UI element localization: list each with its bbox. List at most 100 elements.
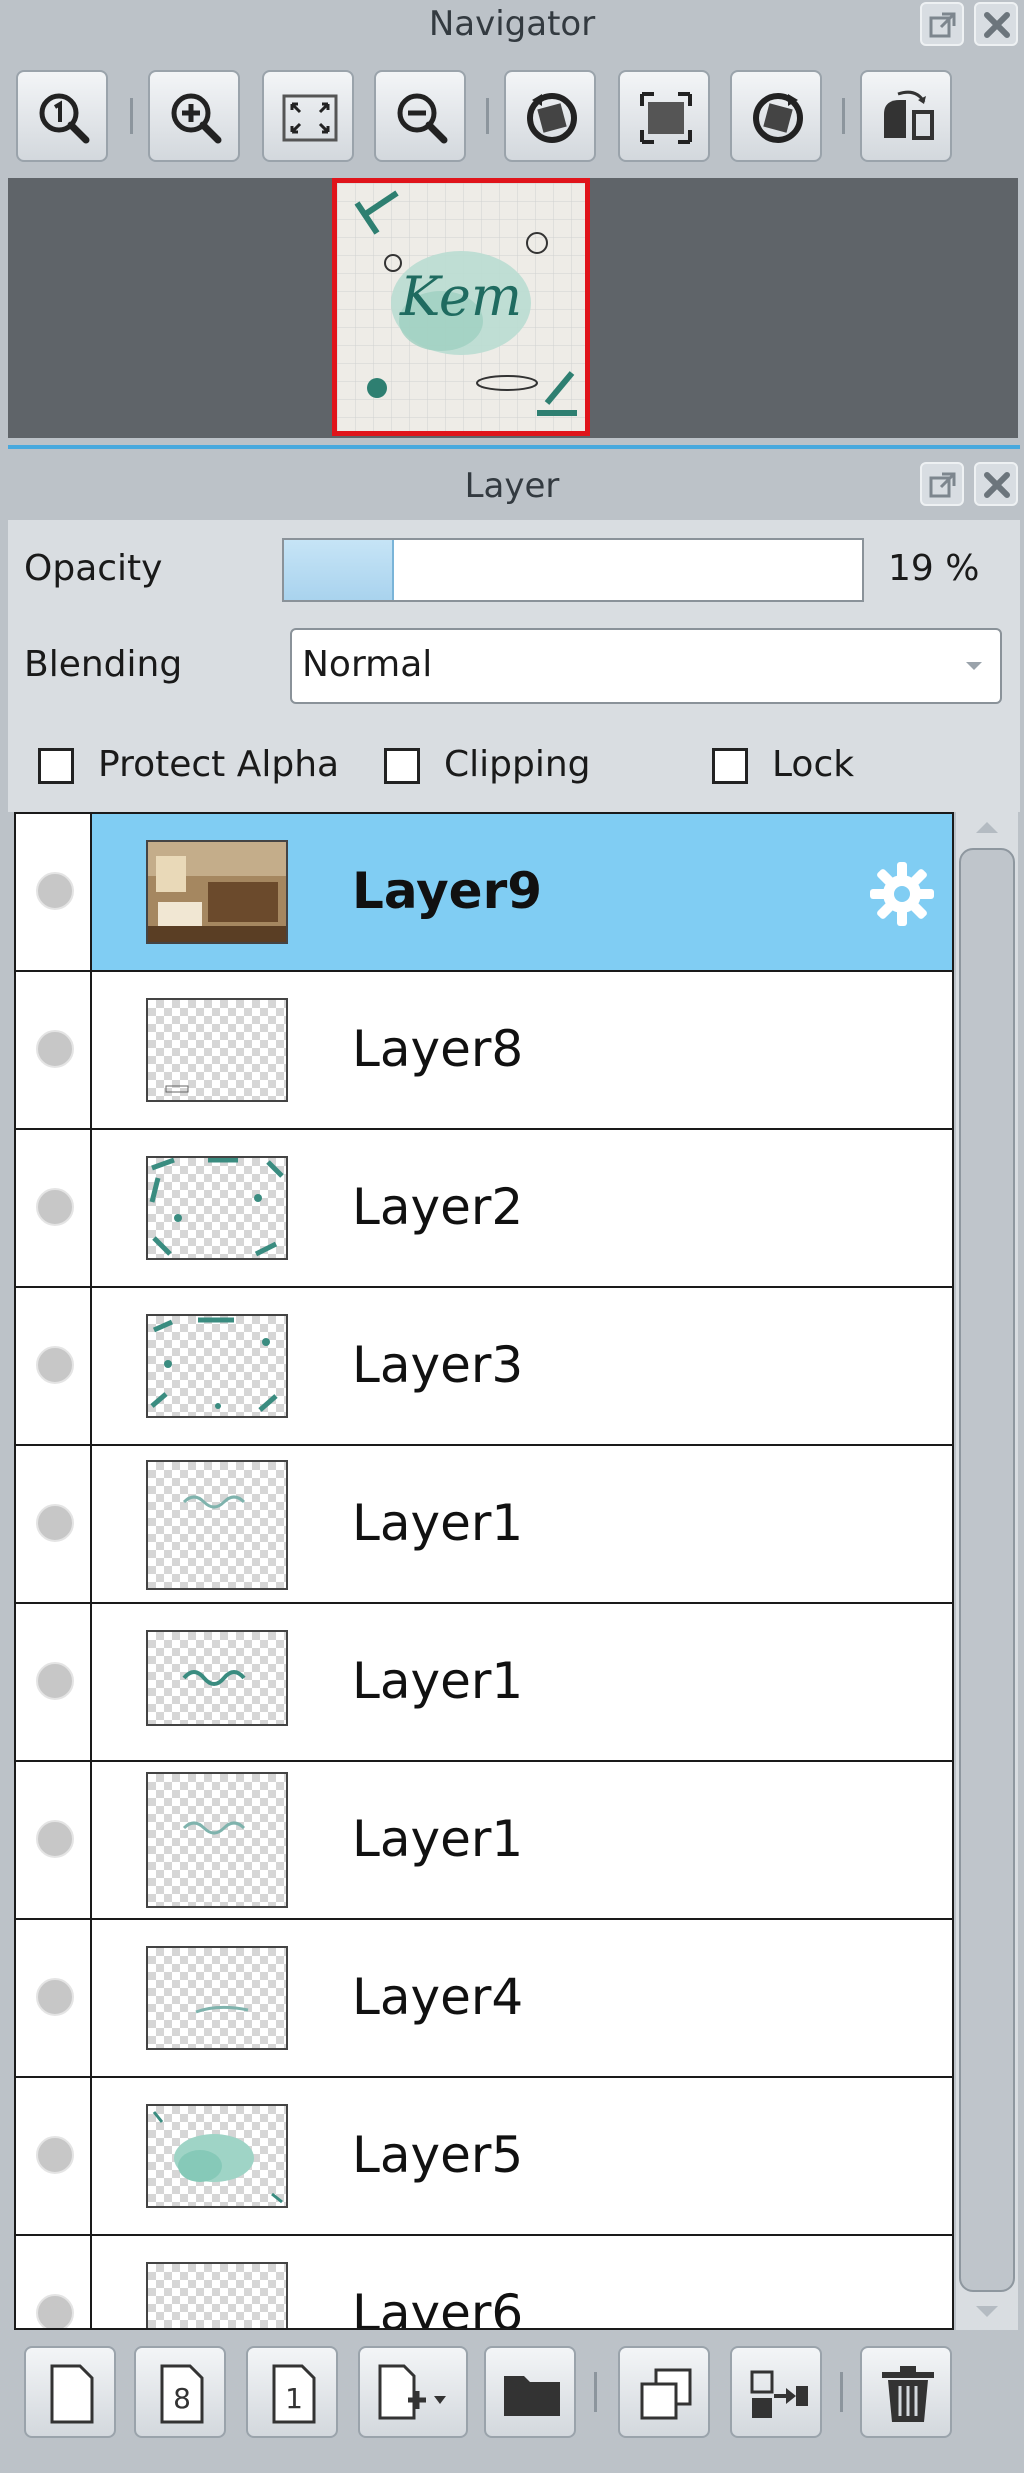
add-layer-dropdown-button[interactable] <box>358 2346 468 2438</box>
folder-icon <box>504 2376 560 2416</box>
zoom-actual-button[interactable] <box>16 70 108 162</box>
layer-scrollbar[interactable] <box>956 812 1018 2330</box>
new-8bit-layer-icon: 8 <box>160 2364 204 2424</box>
layer-thumbnail <box>146 1314 288 1418</box>
navigator-title: Navigator <box>428 4 596 44</box>
protect-alpha-checkbox[interactable] <box>38 748 74 784</box>
visibility-cell[interactable] <box>16 2236 92 2328</box>
navigator-preview-area[interactable]: Kem <box>8 178 1018 438</box>
canvas-preview[interactable]: Kem <box>332 178 590 436</box>
visibility-cell[interactable] <box>16 1604 92 1760</box>
visibility-toggle-icon[interactable] <box>36 1030 74 1068</box>
blending-select[interactable]: Normal <box>290 628 1002 704</box>
new-1bit-layer-button[interactable]: 1 <box>246 2346 338 2438</box>
visibility-cell[interactable] <box>16 2078 92 2234</box>
layer-thumbnail <box>146 998 288 1102</box>
layer-name: Layer8 <box>352 1020 524 1078</box>
add-layer-icon <box>378 2364 446 2420</box>
rotate-right-icon <box>753 93 803 143</box>
layer-name: Layer2 <box>352 1178 524 1236</box>
new-8bit-layer-button[interactable]: 8 <box>134 2346 226 2438</box>
layer-name: Layer3 <box>352 1336 524 1394</box>
rotate-left-button[interactable] <box>504 70 596 162</box>
visibility-toggle-icon[interactable] <box>36 1820 74 1858</box>
visibility-cell[interactable] <box>16 1288 92 1444</box>
layer-thumbnail <box>146 1946 288 2050</box>
layer-row[interactable]: Layer2 <box>16 1130 952 1288</box>
duplicate-layer-button[interactable] <box>618 2346 710 2438</box>
scrollbar-thumb[interactable] <box>959 848 1015 2292</box>
visibility-cell[interactable] <box>16 814 92 970</box>
toolbar-separator <box>594 2372 597 2412</box>
zoom-actual-icon <box>39 93 90 144</box>
flip-horizontal-button[interactable] <box>860 70 952 162</box>
visibility-cell[interactable] <box>16 972 92 1128</box>
new-layer-button[interactable] <box>24 2346 116 2438</box>
visibility-toggle-icon[interactable] <box>36 872 74 910</box>
fit-screen-button[interactable] <box>262 70 354 162</box>
layer-float-button[interactable] <box>920 462 964 506</box>
layer-row[interactable]: Layer9 <box>16 814 952 972</box>
layer-row[interactable]: Layer4 <box>16 1920 952 2078</box>
blending-label: Blending <box>24 644 183 685</box>
new-folder-button[interactable] <box>484 2346 576 2438</box>
zoom-in-button[interactable] <box>148 70 240 162</box>
visibility-toggle-icon[interactable] <box>36 2294 74 2328</box>
visibility-toggle-icon[interactable] <box>36 1346 74 1384</box>
lock-label: Lock <box>772 744 855 785</box>
layer-list[interactable]: Layer9 Layer8 Layer2 Layer3 Layer1 Layer… <box>14 812 954 2330</box>
layer-row[interactable]: Layer5 <box>16 2078 952 2236</box>
fit-window-icon <box>640 92 692 144</box>
layer-name: Layer4 <box>352 1968 524 2026</box>
layer-name: Layer6 <box>352 2284 524 2330</box>
visibility-cell[interactable] <box>16 1762 92 1918</box>
layer-name: Layer5 <box>352 2126 524 2184</box>
scroll-up-arrow-icon[interactable] <box>976 822 998 833</box>
visibility-toggle-icon[interactable] <box>36 1978 74 2016</box>
layer-name: Layer1 <box>352 1810 524 1868</box>
visibility-toggle-icon[interactable] <box>36 1188 74 1226</box>
rotate-left-icon <box>527 93 577 143</box>
trash-icon <box>882 2366 934 2422</box>
visibility-toggle-icon[interactable] <box>36 2136 74 2174</box>
popout-icon <box>929 12 956 38</box>
lock-checkbox[interactable] <box>712 748 748 784</box>
layer-close-button[interactable] <box>974 462 1018 506</box>
layer-thumbnail <box>146 1156 288 1260</box>
layer-thumbnail <box>146 2104 288 2208</box>
preview-title-text: Kem <box>399 265 522 328</box>
scroll-down-arrow-icon[interactable] <box>976 2306 998 2317</box>
layer-row[interactable]: Layer1 <box>16 1446 952 1604</box>
layer-row[interactable]: Layer1 <box>16 1762 952 1920</box>
duplicate-icon <box>640 2368 692 2420</box>
gear-icon[interactable] <box>866 858 938 930</box>
close-icon <box>984 472 1010 498</box>
delete-layer-button[interactable] <box>860 2346 952 2438</box>
layer-name: Layer9 <box>352 862 543 920</box>
protect-alpha-label: Protect Alpha <box>98 744 340 785</box>
visibility-toggle-icon[interactable] <box>36 1662 74 1700</box>
zoom-in-icon <box>171 93 222 144</box>
zoom-out-button[interactable] <box>374 70 466 162</box>
fit-window-button[interactable] <box>618 70 710 162</box>
visibility-cell[interactable] <box>16 1920 92 2076</box>
layer-row[interactable]: Layer8 <box>16 972 952 1130</box>
layer-row[interactable]: Layer1 <box>16 1604 952 1762</box>
opacity-slider[interactable] <box>282 538 864 602</box>
layer-thumbnail <box>146 1460 288 1590</box>
layer-row[interactable]: Layer6 <box>16 2236 952 2330</box>
layer-row[interactable]: Layer3 <box>16 1288 952 1446</box>
popout-icon <box>929 472 956 498</box>
layer-thumbnail <box>146 2262 288 2328</box>
layer-thumbnail <box>146 840 288 944</box>
rotate-right-button[interactable] <box>730 70 822 162</box>
navigator-float-button[interactable] <box>920 2 964 46</box>
fit-screen-icon <box>282 94 338 142</box>
visibility-cell[interactable] <box>16 1130 92 1286</box>
clipping-checkbox[interactable] <box>384 748 420 784</box>
navigator-close-button[interactable] <box>974 2 1018 46</box>
new-page-icon <box>50 2364 94 2424</box>
merge-down-button[interactable] <box>730 2346 822 2438</box>
visibility-cell[interactable] <box>16 1446 92 1602</box>
visibility-toggle-icon[interactable] <box>36 1504 74 1542</box>
